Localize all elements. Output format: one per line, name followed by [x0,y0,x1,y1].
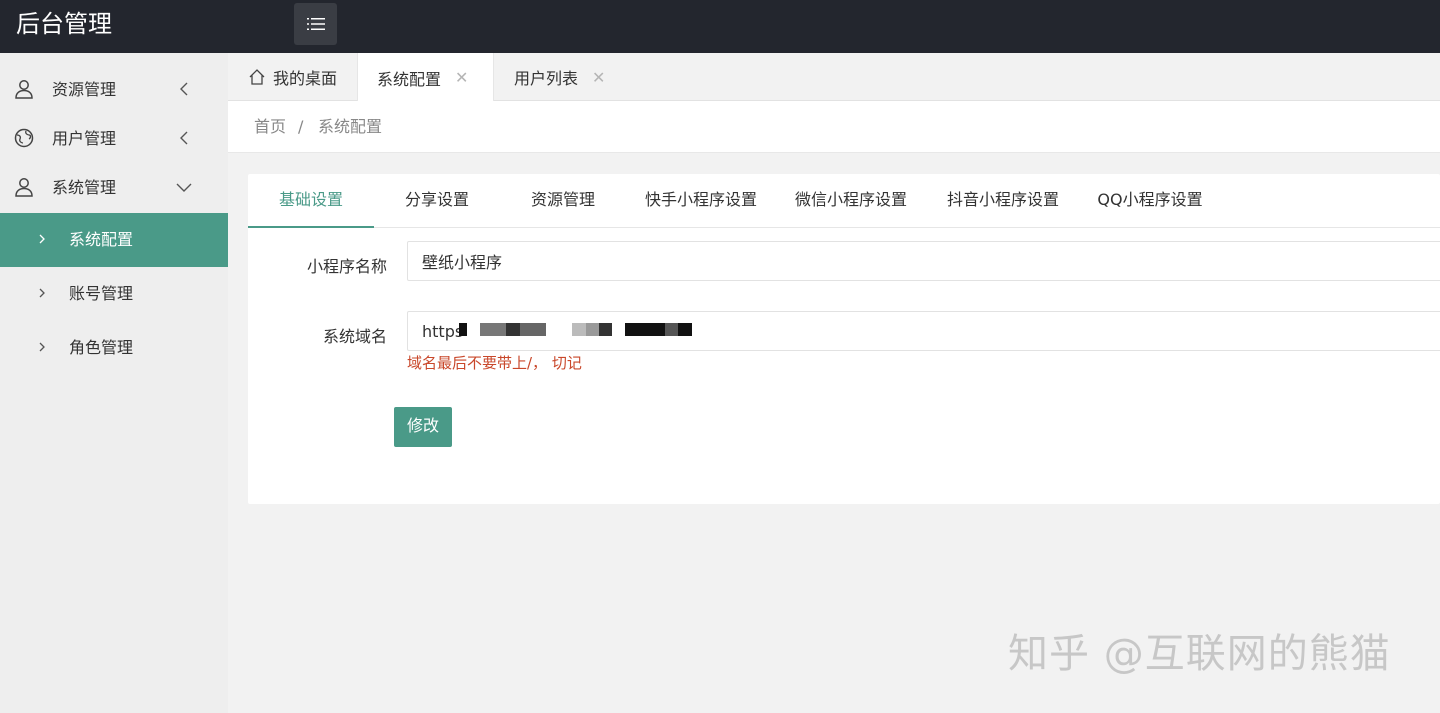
tab-kuaishou-settings[interactable]: 快手小程序设置 [639,174,763,228]
watermark-text: 知乎 @互联网的熊猫 [1008,631,1391,677]
tab-resource-management[interactable]: 资源管理 [517,174,609,228]
chevron-right-icon [39,342,45,352]
tab-share-settings[interactable]: 分享设置 [391,174,483,228]
app-title: 后台管理 [16,10,112,38]
tab-system-config[interactable]: 系统配置 ✕ [357,53,494,102]
user-icon [15,178,33,197]
chevron-left-icon [180,82,188,96]
sidebar-subitem-label: 角色管理 [69,338,134,357]
sidebar-item-resource[interactable]: 资源管理 [0,65,228,114]
domain-label: 系统域名 [322,327,387,346]
globe-icon [14,128,34,148]
settings-tabs: 基础设置 分享设置 资源管理 快手小程序设置 微信小程序设置 抖音小程序设置 Q… [248,174,1440,228]
settings-card: 基础设置 分享设置 资源管理 快手小程序设置 微信小程序设置 抖音小程序设置 Q… [248,174,1440,504]
tab-basic-settings[interactable]: 基础设置 [248,174,374,228]
tab-qq-settings[interactable]: QQ小程序设置 [1090,174,1210,228]
close-icon[interactable]: ✕ [455,68,468,87]
home-icon [249,69,265,85]
tab-label: 系统配置 [377,69,442,89]
tab-label: 我的桌面 [273,69,338,88]
domain-input[interactable] [407,311,1440,351]
sidebar-item-label: 系统管理 [52,178,117,197]
chevron-left-icon [180,131,188,145]
menu-toggle-button[interactable] [294,3,337,45]
chevron-right-icon [39,234,45,244]
sidebar-subitem-accounts[interactable]: 账号管理 [0,267,228,321]
tab-douyin-settings[interactable]: 抖音小程序设置 [941,174,1065,228]
list-icon [306,18,325,30]
breadcrumb-current: 系统配置 [318,117,383,136]
sidebar-item-label: 用户管理 [52,129,117,148]
page-tabs: 我的桌面 系统配置 ✕ 用户列表 ✕ [228,53,1440,102]
close-icon[interactable]: ✕ [592,68,605,87]
tab-wechat-settings[interactable]: 微信小程序设置 [789,174,913,228]
name-input[interactable] [407,241,1440,281]
name-label: 小程序名称 [306,257,387,276]
sidebar-item-system[interactable]: 系统管理 [0,163,228,212]
breadcrumb: 首页 / 系统配置 [228,101,1440,153]
sidebar-subitem-label: 系统配置 [69,230,134,249]
user-icon [15,80,33,99]
chevron-down-icon [176,183,192,192]
sidebar-subitem-label: 账号管理 [69,284,134,303]
tab-desktop[interactable]: 我的桌面 [248,53,337,101]
chevron-right-icon [39,288,45,298]
sidebar-item-label: 资源管理 [52,80,117,99]
breadcrumb-separator: / [298,117,304,136]
domain-hint: 域名最后不要带上/， 切记 [407,354,582,372]
breadcrumb-home[interactable]: 首页 [254,116,286,138]
tab-label: 用户列表 [514,69,579,88]
submit-button[interactable]: 修改 [394,407,452,447]
sidebar: 资源管理 用户管理 系统管理 系统配置 账号管理 角色管理 [0,53,228,713]
tab-user-list[interactable]: 用户列表 ✕ [514,53,605,101]
sidebar-subitem-system-config[interactable]: 系统配置 [0,213,228,267]
sidebar-item-users[interactable]: 用户管理 [0,114,228,163]
sidebar-subitem-roles[interactable]: 角色管理 [0,321,228,375]
top-header: 后台管理 [0,0,1440,53]
